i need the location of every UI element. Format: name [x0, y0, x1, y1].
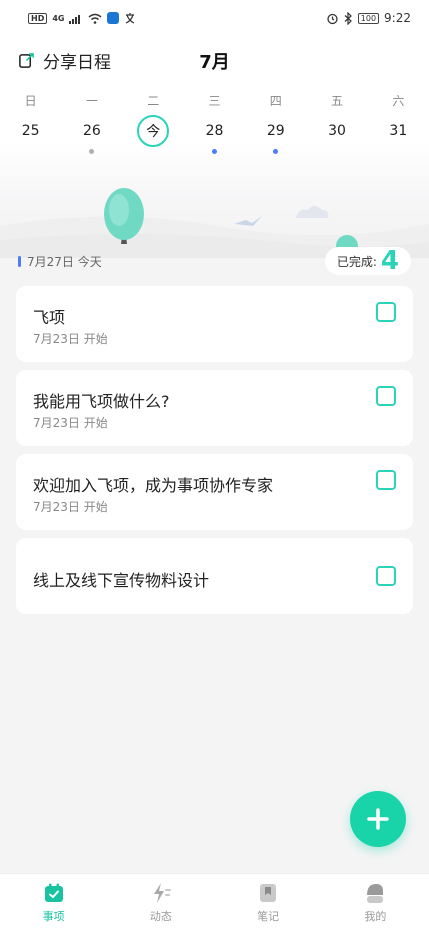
summary-row: 7月27日 今天 已完成: 4 [18, 246, 411, 276]
weekday-label: 三 [208, 94, 221, 108]
completed-counter[interactable]: 已完成: 4 [324, 246, 411, 276]
task-title: 欢迎加入飞项，成为事项协作专家 [33, 476, 274, 495]
task-checkbox[interactable] [376, 302, 396, 322]
task-card[interactable]: 线上及线下宣传物料设计 [16, 538, 413, 614]
current-date: 7月27日 今天 [18, 253, 102, 270]
current-date-label: 7月27日 今天 [27, 254, 102, 269]
calendar-header: 分享日程 7月 日 25 一 26 二 今 三 28 四 29 五 30 六 3… [0, 36, 429, 258]
plus-icon [367, 808, 389, 830]
calendar-check-icon [44, 883, 63, 902]
add-task-button[interactable] [350, 791, 406, 847]
task-checkbox[interactable] [376, 386, 396, 406]
event-dot [273, 149, 279, 154]
completed-count: 4 [380, 246, 399, 276]
bottom-tab-bar: 事项 动态 笔记 我的 [0, 873, 429, 929]
bluetooth-icon [344, 11, 352, 25]
activity-icon [153, 883, 171, 903]
tab-label: 动态 [149, 910, 172, 923]
day-column[interactable]: 二 今 [123, 92, 184, 154]
event-dot [335, 149, 340, 154]
task-card[interactable]: 欢迎加入飞项，成为事项协作专家 7月23日 开始 [16, 454, 413, 530]
tab-label: 事项 [42, 910, 65, 923]
translate-app-icon [126, 13, 135, 24]
today-marker: 今 [137, 115, 170, 147]
date-number: 26 [83, 123, 101, 139]
wifi-icon [89, 13, 102, 24]
weekday-label: 日 [24, 94, 37, 108]
hd-badge: HD [28, 12, 48, 24]
tab-label: 我的 [364, 910, 387, 923]
tab-label: 笔记 [257, 910, 280, 923]
tab-notes[interactable]: 笔记 [215, 874, 322, 929]
task-card[interactable]: 飞项 7月23日 开始 [16, 286, 413, 362]
task-card[interactable]: 我能用飞项做什么? 7月23日 开始 [16, 370, 413, 446]
bird-icon [234, 216, 262, 226]
date-number: 30 [328, 123, 346, 139]
share-schedule-button[interactable]: 分享日程 [18, 48, 111, 73]
weekday-label: 一 [85, 94, 98, 108]
tab-profile[interactable]: 我的 [322, 874, 429, 929]
landscape-illustration [0, 188, 429, 258]
share-icon [19, 53, 34, 68]
task-checkbox[interactable] [376, 566, 396, 586]
day-column[interactable]: 三 28 [184, 92, 245, 154]
date-number: 31 [389, 123, 408, 139]
task-start-date: 7月23日 开始 [33, 416, 108, 430]
clock: 9:22 [384, 11, 411, 25]
weekday-label: 二 [147, 94, 160, 108]
event-dot [396, 149, 401, 154]
event-dot [89, 149, 95, 154]
day-column[interactable]: 五 30 [306, 92, 367, 154]
status-left: HD 4G [28, 12, 136, 24]
tab-tasks[interactable]: 事项 [0, 874, 107, 929]
security-app-icon [107, 12, 120, 24]
weekday-label: 四 [269, 94, 282, 108]
status-right: 100 9:22 [326, 11, 411, 25]
task-title: 我能用飞项做什么? [33, 392, 170, 411]
weekday-label: 六 [392, 94, 405, 108]
event-dot [28, 149, 33, 154]
profile-icon [367, 884, 384, 903]
cloud-icon [296, 206, 329, 218]
network-label: 4G [52, 13, 65, 23]
alarm-icon [327, 13, 338, 24]
date-indicator [18, 255, 21, 267]
week-strip: 日 25 一 26 二 今 三 28 四 29 五 30 六 31 [0, 92, 429, 154]
completed-label: 已完成: [336, 254, 377, 269]
status-bar: HD 4G 100 9:22 [0, 0, 429, 36]
signal-icon [69, 14, 81, 24]
date-number: 25 [21, 123, 40, 139]
day-column[interactable]: 六 31 [368, 92, 429, 154]
day-column[interactable]: 日 25 [0, 92, 61, 154]
date-number: 29 [266, 123, 285, 139]
task-start-date: 7月23日 开始 [33, 500, 108, 514]
task-start-date: 7月23日 开始 [33, 332, 108, 346]
day-column[interactable]: 一 26 [61, 92, 122, 154]
weekday-label: 五 [331, 94, 344, 108]
bookmark-icon [260, 884, 277, 902]
tab-activity[interactable]: 动态 [107, 874, 214, 929]
day-column[interactable]: 四 29 [245, 92, 306, 154]
date-number: 28 [205, 123, 224, 139]
battery-icon: 100 [357, 12, 380, 24]
event-dot [151, 149, 156, 154]
share-schedule-label: 分享日程 [43, 53, 111, 73]
task-title: 线上及线下宣传物料设计 [33, 571, 210, 590]
event-dot [211, 149, 217, 154]
task-title: 飞项 [33, 308, 66, 327]
task-checkbox[interactable] [376, 470, 396, 490]
